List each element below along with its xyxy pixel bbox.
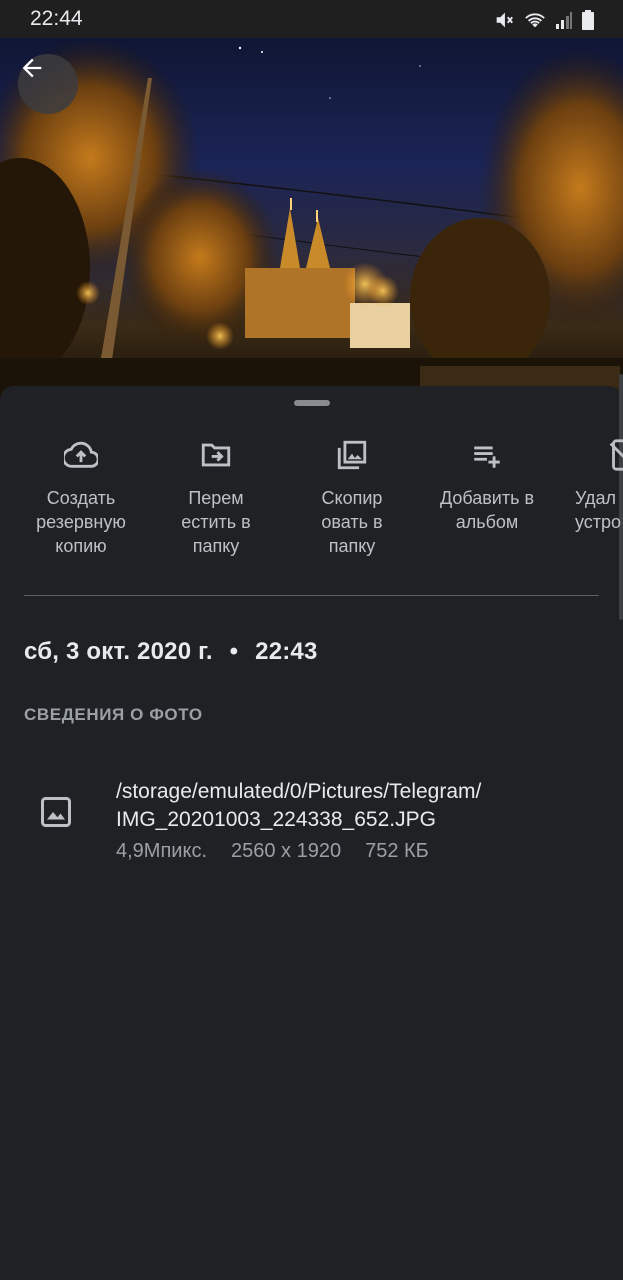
mute-icon [493,9,515,31]
action-label: Добавить в альбом [439,488,535,532]
file-path: /storage/emulated/0/Pictures/Telegram/ I… [116,780,482,831]
photo-preview[interactable] [0,38,623,398]
copy-to-folder-button[interactable]: Скопир овать в папку [287,426,417,558]
photo-time: 22:43 [255,638,318,665]
photo-date: сб, 3 окт. 2020 г. [24,638,213,665]
section-title: СВЕДЕНИЯ О ФОТО [24,705,203,724]
details-sheet: Создать резервную копию Перем естить в п… [0,374,623,1280]
backup-button[interactable]: Создать резервную копию [16,426,146,558]
status-icons [493,9,595,31]
cloud-upload-icon [16,426,146,472]
actions-row[interactable]: Создать резервную копию Перем естить в п… [0,426,623,576]
image-icon [38,794,74,835]
copy-to-folder-icon [287,426,417,472]
file-size: 752 КБ [365,840,429,862]
status-bar: 22:44 [0,0,623,38]
file-megapixels: 4,9Мпикс. [116,840,207,862]
delete-from-device-button[interactable]: Удал устро [557,426,623,534]
wifi-icon [523,9,547,31]
night-church-photo [0,38,623,398]
action-label: Создать резервную копию [36,488,126,556]
datetime-separator: • [229,638,239,665]
action-label: Перем естить в папку [181,488,251,556]
delete-from-device-icon [557,426,623,472]
battery-icon [581,10,595,30]
divider [24,595,599,596]
add-to-album-button[interactable]: Добавить в альбом [422,426,552,534]
drag-handle[interactable] [294,400,330,406]
move-to-folder-button[interactable]: Перем естить в папку [151,426,281,558]
move-to-folder-icon [151,426,281,472]
file-meta: 4,9Мпикс. 2560 x 1920 752 КБ [116,840,453,863]
status-time: 22:44 [30,7,83,30]
photo-datetime[interactable]: сб, 3 окт. 2020 г. • 22:43 [24,638,318,666]
back-button[interactable] [18,54,78,114]
add-to-playlist-icon [422,426,552,472]
action-label: Удал устро [575,488,622,532]
file-resolution: 2560 x 1920 [231,840,342,862]
signal-icon [555,10,573,30]
action-label: Скопир овать в папку [321,488,383,556]
file-info-row[interactable]: /storage/emulated/0/Pictures/Telegram/ I… [0,774,623,884]
